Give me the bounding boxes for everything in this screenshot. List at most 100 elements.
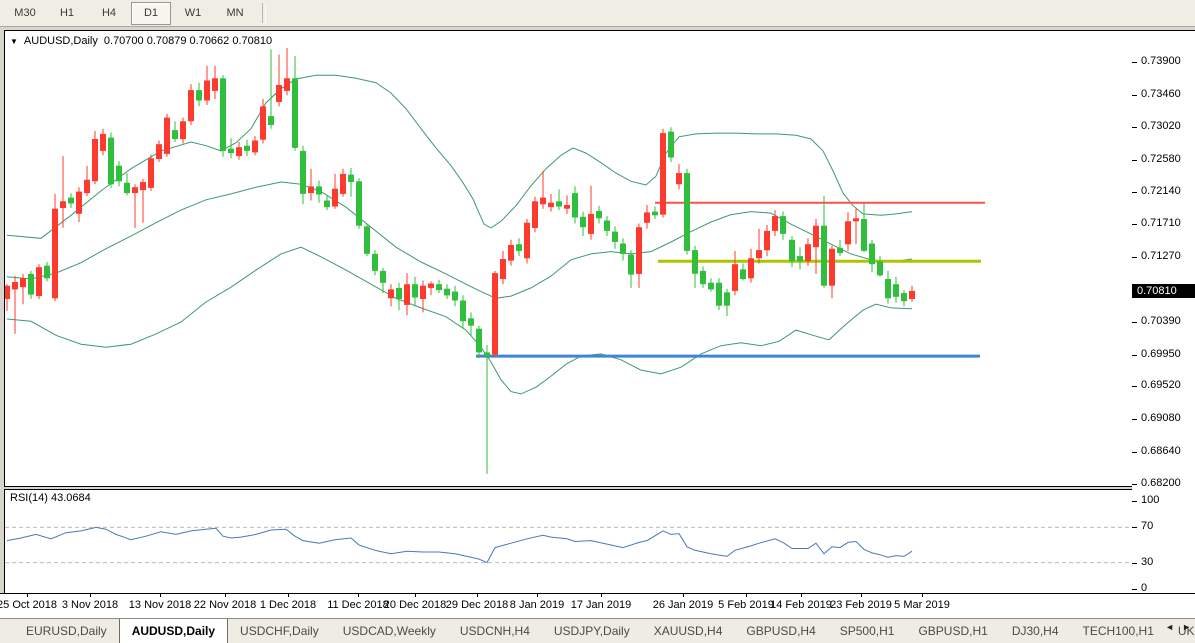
date-label-26-jan-2019: 26 Jan 2019 — [653, 599, 714, 611]
terminal-window: { "toolbar": { "timeframes": [ {"label":… — [0, 0, 1195, 642]
rsi-100-label: 100 — [1141, 494, 1159, 506]
rsi-30-label: 30 — [1141, 556, 1153, 568]
date-tick — [160, 594, 161, 597]
toolbar-separator — [262, 3, 266, 23]
tab-xauusd-h4[interactable]: XAUUSD,H4 — [642, 619, 735, 643]
date-label-14-feb-2019: 14 Feb 2019 — [770, 599, 832, 611]
chart-title: ▼ AUDUSD,Daily 0.70700 0.70879 0.70662 0… — [10, 35, 272, 47]
tab-tech100-h1[interactable]: TECH100,H1 — [1071, 619, 1166, 643]
date-tick — [225, 594, 226, 597]
tab-sp500-h1[interactable]: SP500,H1 — [828, 619, 907, 643]
rsi-100-tick — [1132, 501, 1137, 502]
price-0.73460-tick — [1132, 95, 1137, 96]
date-tick — [537, 594, 538, 597]
rsi-line — [7, 527, 912, 562]
rsi-canvas[interactable] — [5, 490, 1132, 593]
price-0.68200-tick — [1132, 484, 1137, 485]
tab-gbpusd-h1[interactable]: GBPUSD,H1 — [906, 619, 999, 643]
date-tick — [746, 594, 747, 597]
price-0.69950-tick — [1132, 355, 1137, 356]
date-tick — [90, 594, 91, 597]
price-0.71710-tick — [1132, 224, 1137, 225]
tab-eurusd-daily[interactable]: EURUSD,Daily — [14, 619, 119, 643]
price-0.73900-tick — [1132, 62, 1137, 63]
tab-scroll-arrows: ◄ ► — [1165, 622, 1191, 632]
price-0.69080-label: 0.69080 — [1141, 412, 1181, 424]
date-tick — [477, 594, 478, 597]
tab-usdchf-daily[interactable]: USDCHF,Daily — [228, 619, 331, 643]
rsi-indicator-label: RSI(14) 43.0684 — [10, 492, 91, 504]
price-0.68640-tick — [1132, 452, 1137, 453]
tab-dj30-h4[interactable]: DJ30,H4 — [1000, 619, 1071, 643]
timeframe-button-w1[interactable]: W1 — [173, 2, 213, 25]
date-label-25-oct-2018: 25 Oct 2018 — [0, 599, 57, 611]
date-tick — [27, 594, 28, 597]
tab-audusd-daily[interactable]: AUDUSD,Daily — [119, 618, 228, 643]
date-label-22-nov-2018: 22 Nov 2018 — [194, 599, 256, 611]
rsi-70-label: 70 — [1141, 520, 1153, 532]
bollinger-lower-band — [7, 247, 912, 394]
timeframe-toolbar: M30H1H4D1W1MN — [0, 0, 1195, 27]
price-0.73900-label: 0.73900 — [1141, 55, 1181, 67]
date-tick — [922, 594, 923, 597]
price-0.70390-label: 0.70390 — [1141, 315, 1181, 327]
date-label-1-dec-2018: 1 Dec 2018 — [260, 599, 316, 611]
main-chart-panel[interactable] — [4, 30, 1133, 487]
timeframe-button-h4[interactable]: H4 — [89, 2, 129, 25]
date-tick — [288, 594, 289, 597]
timeframe-button-h1[interactable]: H1 — [47, 2, 87, 25]
tab-scroll-right-icon[interactable]: ► — [1182, 622, 1191, 632]
price-0.71270-tick — [1132, 257, 1137, 258]
date-tick — [801, 594, 802, 597]
chevron-down-icon[interactable]: ▼ — [10, 37, 18, 46]
chart-symbol-label: AUDUSD,Daily — [24, 35, 98, 47]
price-scale[interactable]: 0.73900 0.73460 0.73020 0.72580 0.72140 0.717… — [1132, 30, 1195, 595]
date-label-20-dec-2018: 20 Dec 2018 — [384, 599, 446, 611]
tab-scroll-left-icon[interactable]: ◄ — [1165, 622, 1174, 632]
date-tick — [358, 594, 359, 597]
timeframe-button-m30[interactable]: M30 — [5, 2, 45, 25]
price-0.72580-tick — [1132, 160, 1137, 161]
price-0.71710-label: 0.71710 — [1141, 217, 1181, 229]
price-0.69520-label: 0.69520 — [1141, 379, 1181, 391]
tab-gbpusd-h4[interactable]: GBPUSD,H4 — [734, 619, 827, 643]
current-price-badge: 0.70810 — [1132, 284, 1195, 298]
price-0.70390-tick — [1132, 322, 1137, 323]
tab-usdcad-weekly[interactable]: USDCAD,Weekly — [331, 619, 448, 643]
rsi-70-tick — [1132, 527, 1137, 528]
date-tick — [601, 594, 602, 597]
price-0.68200-label: 0.68200 — [1141, 477, 1181, 489]
date-label-17-jan-2019: 17 Jan 2019 — [571, 599, 632, 611]
chart-tab-bar: EURUSD,DailyAUDUSD,DailyUSDCHF,DailyUSDC… — [0, 618, 1195, 643]
date-label-8-jan-2019: 8 Jan 2019 — [510, 599, 564, 611]
chart-ohlc-values: 0.70700 0.70879 0.70662 0.70810 — [104, 35, 272, 47]
date-axis[interactable]: 25 Oct 2018 3 Nov 2018 13 Nov 201822 Nov 2… — [0, 593, 1195, 619]
date-label-23-feb-2019: 23 Feb 2019 — [830, 599, 892, 611]
price-0.72140-label: 0.72140 — [1141, 185, 1181, 197]
price-0.73460-label: 0.73460 — [1141, 88, 1181, 100]
date-label-29-dec-2018: 29 Dec 2018 — [446, 599, 508, 611]
price-0.69080-tick — [1132, 419, 1137, 420]
price-0.71270-label: 0.71270 — [1141, 250, 1181, 262]
price-0.73020-label: 0.73020 — [1141, 120, 1181, 132]
date-tick — [683, 594, 684, 597]
date-label-13-nov-2018: 13 Nov 2018 — [129, 599, 191, 611]
timeframe-button-mn[interactable]: MN — [215, 2, 255, 25]
date-label-3-nov-2018: 3 Nov 2018 — [62, 599, 118, 611]
date-label-11-dec-2018: 11 Dec 2018 — [327, 599, 389, 611]
candlestick-series — [5, 48, 985, 474]
price-0.72580-label: 0.72580 — [1141, 153, 1181, 165]
date-tick — [415, 594, 416, 597]
rsi-30-tick — [1132, 563, 1137, 564]
rsi-indicator-panel[interactable] — [4, 489, 1133, 594]
price-0.73020-tick — [1132, 127, 1137, 128]
price-0.72140-tick — [1132, 192, 1137, 193]
price-0.69520-tick — [1132, 386, 1137, 387]
timeframe-button-d1[interactable]: D1 — [131, 2, 171, 25]
tab-usdcnh-h4[interactable]: USDCNH,H4 — [448, 619, 542, 643]
main-chart-canvas[interactable] — [5, 31, 1132, 486]
rsi-0-tick — [1132, 589, 1137, 590]
price-0.68640-label: 0.68640 — [1141, 445, 1181, 457]
date-label-5-feb-2019: 5 Feb 2019 — [718, 599, 774, 611]
tab-usdjpy-daily[interactable]: USDJPY,Daily — [542, 619, 642, 643]
